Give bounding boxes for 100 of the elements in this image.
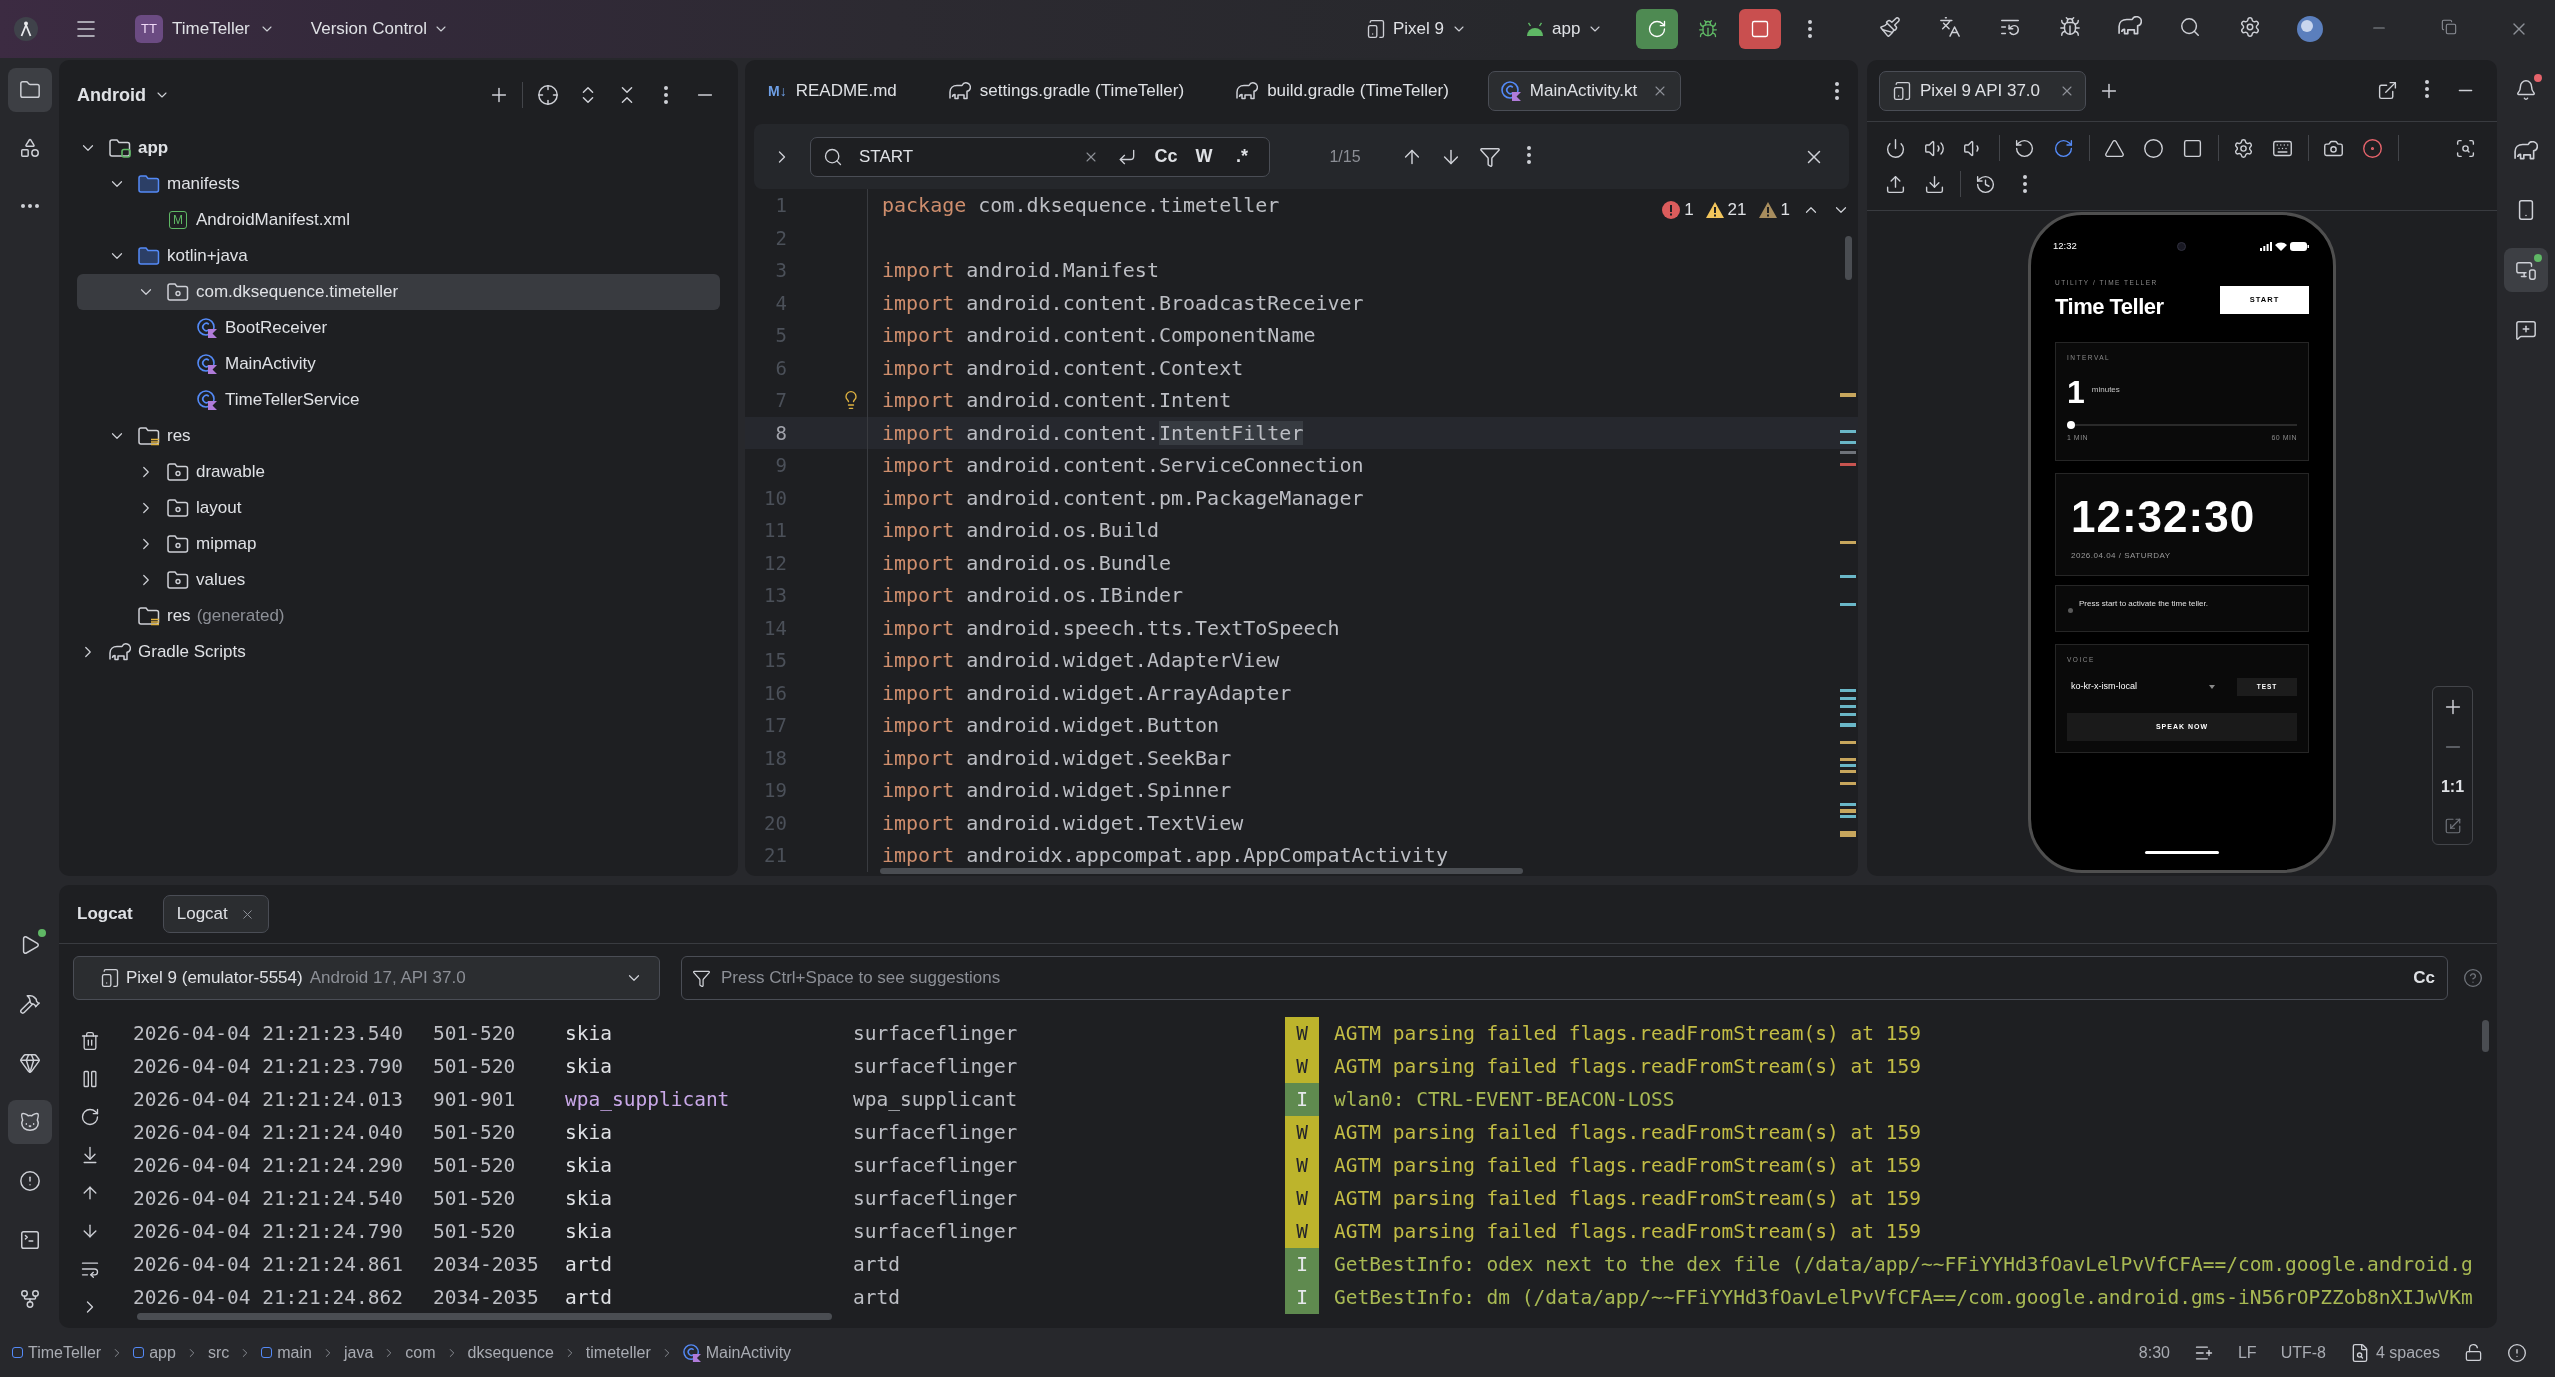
breadcrumb[interactable]: main — [261, 1340, 312, 1365]
restart-icon[interactable] — [79, 1107, 100, 1127]
editor-tab[interactable]: build.gradle (TimeTeller) — [1223, 71, 1462, 111]
tool-window-button[interactable] — [2504, 248, 2548, 292]
scan-search-icon[interactable] — [2455, 137, 2476, 159]
overview-square-icon[interactable] — [2182, 137, 2203, 159]
actual-size-button[interactable]: 1:1 — [2440, 775, 2465, 800]
tree-item[interactable]: app — [77, 130, 720, 166]
device-selector[interactable]: Pixel 9 — [1362, 9, 1480, 49]
stop-button[interactable] — [1739, 9, 1781, 49]
search-option[interactable]: Cc — [1147, 142, 1185, 171]
breadcrumb[interactable]: dksequence — [467, 1340, 554, 1365]
elephant-icon[interactable] — [2118, 16, 2142, 35]
tree-item[interactable]: manifests — [77, 166, 720, 202]
tree-item[interactable]: values — [77, 562, 720, 598]
paintbrush-icon[interactable] — [1879, 16, 1901, 38]
settings-icon[interactable] — [2239, 16, 2261, 38]
caret-position[interactable]: 8:30 — [2138, 1340, 2170, 1365]
interval-slider-track[interactable] — [2067, 421, 2297, 429]
scrollbar-thumb[interactable] — [1845, 236, 1852, 280]
scrollbar-thumb[interactable] — [137, 1313, 832, 1320]
logcat-tab[interactable]: Logcat — [162, 895, 269, 933]
tree-item[interactable]: TimeTellerService — [77, 382, 720, 418]
tool-window-button[interactable] — [7, 68, 52, 112]
voice-dropdown[interactable]: ko-kr-x-ism-local — [2067, 677, 2225, 697]
search-field[interactable]: START Cc W .* — [810, 136, 1270, 177]
rerun-button[interactable] — [1636, 9, 1678, 49]
languages-icon[interactable] — [1939, 16, 1961, 38]
bug-icon[interactable] — [2059, 16, 2081, 38]
breadcrumb[interactable]: app — [133, 1340, 176, 1365]
power-icon[interactable] — [1885, 137, 1906, 159]
tree-item[interactable]: drawable — [77, 454, 720, 490]
tree-item[interactable]: MainActivity — [77, 346, 720, 382]
device-tab[interactable]: Pixel 9 API 37.0 — [1879, 70, 2086, 111]
tool-window-button[interactable] — [7, 1099, 52, 1144]
download-icon[interactable] — [1924, 173, 1945, 195]
tree-item[interactable]: M AndroidManifest.xml — [77, 202, 720, 238]
more-icon[interactable] — [2022, 175, 2027, 193]
bug-icon[interactable] — [1698, 19, 1718, 39]
alert-icon[interactable] — [2507, 1342, 2527, 1363]
breadcrumb[interactable]: com — [405, 1340, 436, 1365]
unlocked-icon[interactable] — [2464, 1343, 2483, 1362]
run-configuration[interactable]: app — [1525, 9, 1620, 49]
error-count[interactable]: 1 — [1662, 197, 1694, 223]
project-selector[interactable]: TT TimeTeller — [133, 9, 277, 49]
tree-item[interactable]: Gradle Scripts — [77, 634, 720, 670]
line-separator[interactable]: LF — [2237, 1340, 2257, 1365]
more-icon[interactable] — [1808, 20, 1812, 38]
tree-item[interactable]: kotlin+java — [77, 238, 720, 274]
weak-warning-count[interactable]: 1 — [1758, 197, 1790, 223]
compass-logo-icon[interactable] — [14, 17, 38, 41]
search-option[interactable]: W — [1185, 142, 1223, 171]
match-case-button[interactable]: Cc — [2413, 965, 2435, 991]
tree-item[interactable]: res (generated) — [77, 598, 720, 634]
tree-item[interactable]: BootReceiver — [77, 310, 720, 346]
tree-item[interactable]: mipmap — [77, 526, 720, 562]
tree-item[interactable]: com.dksequence.timeteller — [77, 274, 720, 310]
editor-tab[interactable]: MainActivity.kt — [1487, 71, 1682, 111]
upload-icon[interactable] — [1885, 173, 1906, 195]
breadcrumb[interactable]: src — [207, 1340, 230, 1365]
trash-icon[interactable] — [79, 1031, 100, 1051]
breadcrumb[interactable]: java — [343, 1340, 374, 1365]
back-triangle-icon[interactable] — [2104, 137, 2125, 159]
more-icon[interactable] — [2424, 80, 2429, 98]
search-icon[interactable] — [2179, 16, 2201, 38]
editor-tab[interactable]: M↓ README.md — [755, 71, 910, 111]
editor-tab[interactable]: settings.gradle (TimeTeller) — [935, 71, 1198, 111]
more-icon[interactable] — [663, 86, 668, 104]
avatar-icon[interactable] — [2297, 16, 2323, 42]
search-option[interactable]: .* — [1223, 142, 1261, 171]
scaling-icon[interactable] — [2443, 817, 2462, 836]
crosshair-icon[interactable] — [537, 84, 559, 106]
scrollbar-thumb[interactable] — [2482, 1020, 2489, 1052]
home-circle-icon[interactable] — [2143, 137, 2164, 159]
rotate-left-icon[interactable] — [2014, 137, 2035, 159]
code-text: import android.content.Context — [882, 354, 1244, 382]
indent-setting[interactable]: 4 spaces — [2349, 1340, 2440, 1365]
breadcrumb[interactable]: timeteller — [585, 1340, 651, 1365]
help-icon[interactable] — [2463, 968, 2483, 988]
view-selector[interactable]: Android — [77, 81, 170, 109]
vcs-selector[interactable]: Version Control — [310, 9, 449, 49]
tree-item[interactable]: res — [77, 418, 720, 454]
file-encoding[interactable]: UTF-8 — [2280, 1340, 2326, 1365]
filter-field[interactable]: Press Ctrl+Space to see suggestions Cc — [681, 956, 2448, 1000]
breadcrumb[interactable]: MainActivity — [682, 1340, 792, 1365]
slider-thumb[interactable] — [2067, 421, 2075, 429]
breadcrumb[interactable]: TimeTeller — [12, 1340, 102, 1365]
external-link-icon[interactable] — [2377, 80, 2398, 101]
tree-item[interactable]: layout — [77, 490, 720, 526]
more-icon[interactable] — [1835, 82, 1839, 100]
record-icon[interactable] — [2362, 137, 2383, 159]
restore-icon[interactable] — [2441, 19, 2457, 35]
device-selector[interactable]: Pixel 9 (emulator-5554) Android 17, API 37.0 — [73, 956, 660, 1000]
history-icon[interactable] — [1975, 173, 1996, 195]
rotate-right-icon[interactable] — [2053, 137, 2074, 159]
scrollbar-thumb[interactable] — [880, 868, 1523, 874]
more-icon[interactable] — [1526, 145, 1531, 164]
device-settings-icon[interactable] — [2233, 137, 2254, 159]
warning-count[interactable]: 21 — [1705, 197, 1747, 223]
filter-icon[interactable] — [1478, 145, 1501, 168]
